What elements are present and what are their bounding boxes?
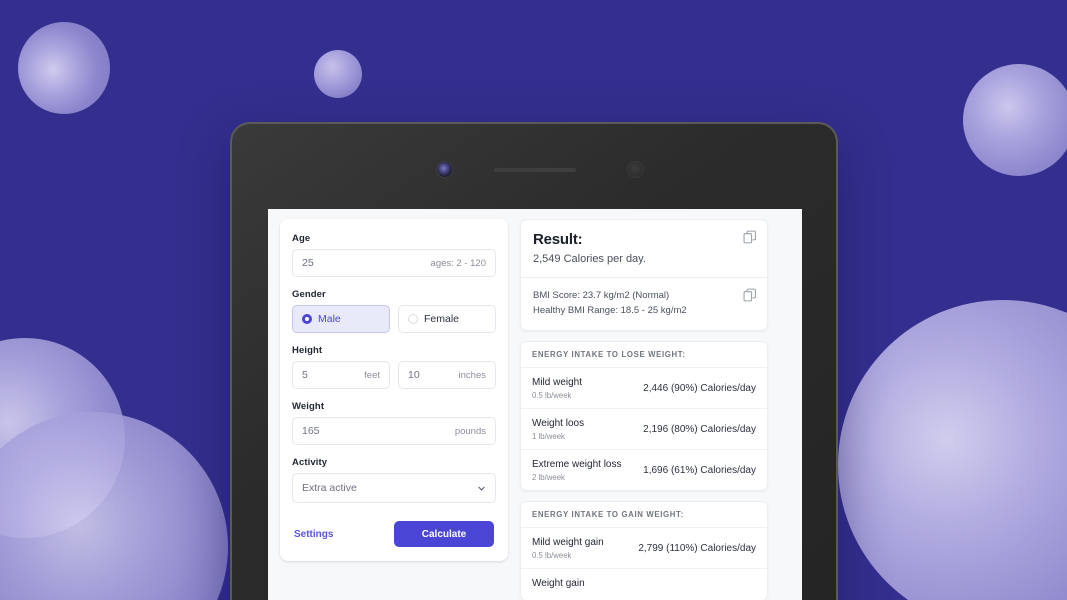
weight-label: Weight <box>292 401 325 412</box>
age-value: 25 <box>302 257 314 269</box>
radio-selected-icon <box>302 314 312 324</box>
table-row[interactable]: Mild weight gain 0.5 lb/week 2,799 (110%… <box>521 528 767 570</box>
age-label: Age <box>292 233 311 244</box>
height-inches-unit: inches <box>458 369 486 381</box>
height-label: Height <box>292 345 323 356</box>
table-row[interactable]: Weight gain <box>521 569 767 600</box>
result-title: Result: <box>533 231 583 248</box>
result-bmi: BMI Score: 23.7 kg/m2 (Normal) Healthy B… <box>521 277 767 330</box>
gender-female-label: Female <box>424 313 460 325</box>
speaker-grille-icon <box>494 168 576 172</box>
intake-name: Weight gain <box>532 578 585 590</box>
activity-value: Extra active <box>302 482 357 494</box>
intake-label-group: Weight gain <box>532 577 585 592</box>
gender-male-label: Male <box>318 313 341 325</box>
intake-rate: 0.5 lb/week <box>532 551 572 561</box>
bmi-score: BMI Score: 23.7 kg/m2 (Normal) <box>533 290 670 301</box>
intake-name: Mild weight <box>532 377 583 389</box>
intake-value: 2,799 (110%) Calories/day <box>638 542 756 554</box>
intake-label-group: Mild weight gain 0.5 lb/week <box>532 536 604 560</box>
intake-rate: 0.5 lb/week <box>532 391 572 401</box>
intake-value: 2,196 (80%) Calories/day <box>643 423 756 435</box>
intake-name: Extreme weight loss <box>532 459 622 471</box>
intake-label-group: Weight loos 1 lb/week <box>532 417 584 441</box>
age-input[interactable]: 25 ages: 2 - 120 <box>292 249 496 277</box>
height-inches-value: 10 <box>408 369 420 381</box>
intake-name: Mild weight gain <box>532 537 604 549</box>
gender-options: Male Female <box>292 305 496 333</box>
lose-weight-panel: ENERGY INTAKE TO LOSE WEIGHT: Mild weigh… <box>520 341 768 492</box>
gender-option-male[interactable]: Male <box>292 305 390 333</box>
weight-unit: pounds <box>454 425 486 437</box>
form-actions: Settings Calculate <box>292 521 496 547</box>
intake-label-group: Mild weight 0.5 lb/week <box>532 376 582 400</box>
table-row[interactable]: Extreme weight loss 2 lb/week 1,696 (61%… <box>521 450 767 490</box>
weight-input[interactable]: 165 pounds <box>292 417 496 445</box>
calculate-button[interactable]: Calculate <box>394 521 494 547</box>
gender-label: Gender <box>292 289 326 300</box>
age-hint: ages: 2 - 120 <box>430 257 486 269</box>
decorative-sphere <box>0 338 125 538</box>
radio-empty-icon <box>408 314 418 324</box>
result-summary: Result: 2,549 Calories per day. <box>521 220 767 277</box>
intake-name: Weight loos <box>532 418 585 430</box>
activity-label: Activity <box>292 457 328 468</box>
decorative-sphere <box>314 50 362 98</box>
gender-option-female[interactable]: Female <box>398 305 496 333</box>
scene: Age 25 ages: 2 - 120 Gender Male Female <box>0 0 1067 600</box>
tablet-screen: Age 25 ages: 2 - 120 Gender Male Female <box>268 209 802 600</box>
activity-select[interactable]: Extra active <box>292 473 496 503</box>
decorative-sphere <box>838 300 1067 600</box>
height-feet-input[interactable]: 5 feet <box>292 361 390 389</box>
settings-link[interactable]: Settings <box>294 529 333 540</box>
chevron-down-icon <box>478 486 485 490</box>
decorative-sphere <box>0 412 228 600</box>
decorative-sphere <box>18 22 110 114</box>
decorative-sphere <box>963 64 1067 176</box>
intake-rate: 2 lb/week <box>532 473 565 483</box>
sensor-icon <box>628 162 643 177</box>
table-row[interactable]: Weight loos 1 lb/week 2,196 (80%) Calori… <box>521 409 767 451</box>
intake-label-group: Extreme weight loss 2 lb/week <box>532 458 621 482</box>
tablet-bezel <box>232 124 836 206</box>
lose-weight-heading: ENERGY INTAKE TO LOSE WEIGHT: <box>521 342 767 369</box>
copy-icon-result[interactable] <box>743 230 757 244</box>
height-inputs: 5 feet 10 inches <box>292 361 496 389</box>
table-row[interactable]: Mild weight 0.5 lb/week 2,446 (90%) Calo… <box>521 368 767 410</box>
height-feet-value: 5 <box>302 369 308 381</box>
copy-icon-bmi[interactable] <box>743 288 757 302</box>
result-panel: Result: 2,549 Calories per day. BMI Scor… <box>520 219 768 332</box>
calculator-form-card: Age 25 ages: 2 - 120 Gender Male Female <box>280 219 508 561</box>
height-feet-unit: feet <box>364 369 380 381</box>
intake-value: 1,696 (61%) Calories/day <box>643 464 756 476</box>
intake-value: 2,446 (90%) Calories/day <box>643 382 756 394</box>
gain-weight-panel: ENERGY INTAKE TO GAIN WEIGHT: Mild weigh… <box>520 501 768 600</box>
result-calories: 2,549 Calories per day. <box>533 253 646 265</box>
camera-icon <box>437 162 452 177</box>
results-column: Result: 2,549 Calories per day. BMI Scor… <box>520 219 768 600</box>
intake-rate: 1 lb/week <box>532 432 565 442</box>
gain-weight-heading: ENERGY INTAKE TO GAIN WEIGHT: <box>521 502 767 529</box>
height-inches-input[interactable]: 10 inches <box>398 361 496 389</box>
tablet-device: Age 25 ages: 2 - 120 Gender Male Female <box>230 122 838 600</box>
bmi-range: Healthy BMI Range: 18.5 - 25 kg/m2 <box>533 304 687 316</box>
weight-value: 165 <box>302 425 320 437</box>
